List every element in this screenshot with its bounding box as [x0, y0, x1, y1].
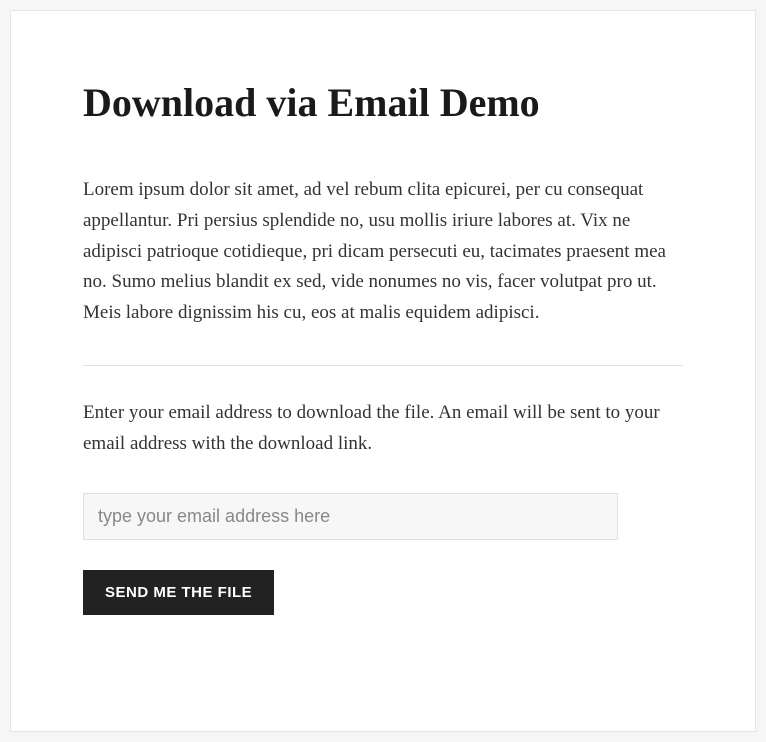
email-field[interactable]	[83, 493, 618, 540]
page-title: Download via Email Demo	[83, 79, 683, 127]
instruction-text: Enter your email address to download the…	[83, 398, 683, 460]
divider	[83, 365, 683, 366]
content-card: Download via Email Demo Lorem ipsum dolo…	[10, 10, 756, 732]
submit-button[interactable]: SEND ME THE FILE	[83, 570, 274, 615]
body-paragraph: Lorem ipsum dolor sit amet, ad vel rebum…	[83, 175, 683, 329]
